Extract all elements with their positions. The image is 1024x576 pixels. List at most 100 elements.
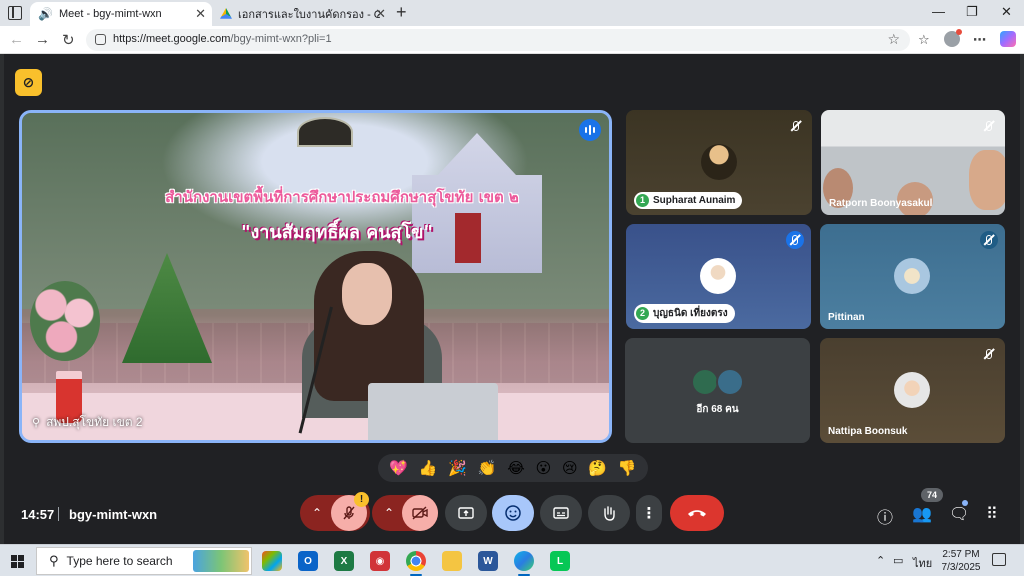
favorites-icon[interactable]: ☆ [918,32,930,48]
meeting-info-icon[interactable]: ⓘ [877,504,893,528]
reactions-button[interactable] [492,495,534,531]
reaction-heart[interactable]: 💖 [389,459,408,477]
tab-actions-icon[interactable] [8,6,22,20]
notifications-icon[interactable] [992,553,1006,566]
minimize-button[interactable]: — [932,4,945,19]
tab-meet[interactable]: 🔊 Meet - bgy-mimt-wxn ✕ [30,2,212,67]
windows-taskbar: ⚲ Type here to search O X ◉ W L ⌃ ▭ ไทย … [0,544,1024,576]
url-path: /bgy-mimt-wxn?pli=1 [230,33,332,45]
reaction-laugh[interactable]: 😂 [507,459,525,477]
reaction-thinking[interactable]: 🤔 [588,459,607,477]
input-language[interactable]: ไทย [913,554,932,572]
network-icon[interactable]: ▭ [893,554,903,567]
participant-avatar [701,144,737,180]
reaction-thumbs-down[interactable]: 👎 [618,459,637,477]
speaker-face [342,263,392,325]
back-arrow-icon[interactable]: ← [9,31,24,48]
reaction-count-badge: 2 [636,307,650,320]
present-screen-icon [458,507,474,519]
laptop [368,383,498,440]
mic-off-icon [343,506,355,520]
windows-start-icon[interactable] [11,555,24,568]
close-tab-icon[interactable]: ✕ [195,6,206,22]
captions-icon [553,507,569,519]
search-highlight-image [193,550,249,572]
emoji-icon [505,505,521,521]
reaction-surprised[interactable]: 😮 [536,459,552,477]
audio-options-chevron-icon[interactable]: ⌃ [312,506,322,520]
url-field[interactable]: https://meet.google.com/bgy-mimt-wxn?pli… [86,29,910,51]
reaction-thumbs-up[interactable]: 👍 [419,459,438,477]
snipping-tool-icon[interactable]: ◉ [370,551,390,571]
word-app-icon[interactable]: W [478,551,498,571]
bookmark-star-icon[interactable]: ☆ [887,31,900,48]
mic-off-icon [786,231,804,249]
more-menu-icon[interactable]: ⋯ [973,32,986,48]
main-speaker-video[interactable]: สำนักงานเขตพื้นที่การศึกษาประถมศึกษาสุโข… [19,110,612,443]
reaction-clap[interactable]: 👏 [478,459,497,477]
profile-avatar-icon[interactable] [944,29,962,47]
speaker-name-label: ⚲ สพป.สุโขทัย เขต 2 [32,413,143,432]
search-placeholder: Type here to search [66,554,173,568]
maximize-button[interactable]: ❐ [966,4,978,20]
participant-tile[interactable]: Ratporn Boonyasakul [821,110,1005,215]
file-explorer-icon[interactable] [442,551,462,571]
speaker-icon[interactable]: 🔊 [38,7,53,21]
tab-title: เอกสารและใบงานคัดกรอง - Google ไ [238,9,380,21]
reaction-party[interactable]: 🎉 [448,459,467,477]
flower-bouquet [30,281,100,361]
participant-tile[interactable]: 2 บุญธนิด เที่ยงตรง [626,224,811,329]
participant-tile[interactable]: Pittinan [820,224,1005,329]
tab-drive-doc[interactable]: เอกสารและใบงานคัดกรอง - Google ไ ✕ [212,2,392,26]
reaction-sad[interactable]: 😢 [562,459,578,477]
edge-app-icon[interactable] [514,551,534,576]
chat-icon[interactable]: 🗨 [949,504,969,524]
participant-tile[interactable]: Nattipa Boonsuk [820,338,1005,443]
excel-app-icon[interactable]: X [334,551,354,571]
camera-off-icon [412,506,428,520]
system-clock[interactable]: 2:57 PM 7/3/2025 [936,548,986,574]
video-options-chevron-icon[interactable]: ⌃ [384,506,394,520]
present-screen-button[interactable] [445,495,487,531]
chrome-app-icon[interactable] [406,551,426,576]
camera-toggle-button[interactable] [402,495,438,531]
taskbar-search-box[interactable]: ⚲ Type here to search [36,547,252,575]
camera-off-notice-icon[interactable]: ⊘ [15,69,42,96]
leave-call-button[interactable] [670,495,724,531]
participant-name: Ratporn Boonyasakul [829,198,933,209]
speaker-name: สพป.สุโขทัย เขต 2 [46,415,143,429]
drive-favicon-icon [220,8,232,19]
outlook-app-icon[interactable]: O [298,551,318,571]
site-info-icon[interactable] [95,34,106,45]
reload-icon[interactable]: ↻ [62,31,75,49]
pin-icon: ⚲ [32,417,41,429]
reaction-count-badge: 1 [636,194,650,207]
forward-arrow-icon[interactable]: → [35,31,50,48]
mic-warning-icon[interactable]: ! [354,492,369,507]
people-icon[interactable]: 👥 [912,504,932,524]
chat-unread-dot [962,500,968,506]
raise-hand-icon [604,506,615,521]
more-vert-icon: ⋮ [641,505,657,522]
more-options-button[interactable]: ⋮ [636,495,662,531]
new-tab-button[interactable]: + [396,3,407,21]
line-app-icon[interactable]: L [550,551,570,571]
more-participants-count: อีก 68 คน [696,404,739,415]
close-tab-icon[interactable]: ✕ [375,6,386,22]
office-emblem [297,117,353,147]
search-icon: ⚲ [49,553,59,568]
copilot-icon[interactable] [1000,31,1016,47]
participant-tile[interactable]: 1 Supharat Aunaim [626,110,812,215]
captions-button[interactable] [540,495,582,531]
participant-avatar [700,258,736,294]
mic-off-icon [787,117,805,135]
tray-chevron-icon[interactable]: ⌃ [876,554,885,567]
participant-avatar [691,368,719,396]
close-window-button[interactable]: ✕ [1001,4,1012,20]
activities-icon[interactable]: ⠿ [986,504,998,524]
url-host: https://meet.google.com [113,33,231,45]
more-participants-tile[interactable]: อีก 68 คน [625,338,810,443]
participant-name: Pittinan [828,312,865,323]
copilot-app-icon[interactable] [262,551,282,571]
raise-hand-button[interactable] [588,495,630,531]
